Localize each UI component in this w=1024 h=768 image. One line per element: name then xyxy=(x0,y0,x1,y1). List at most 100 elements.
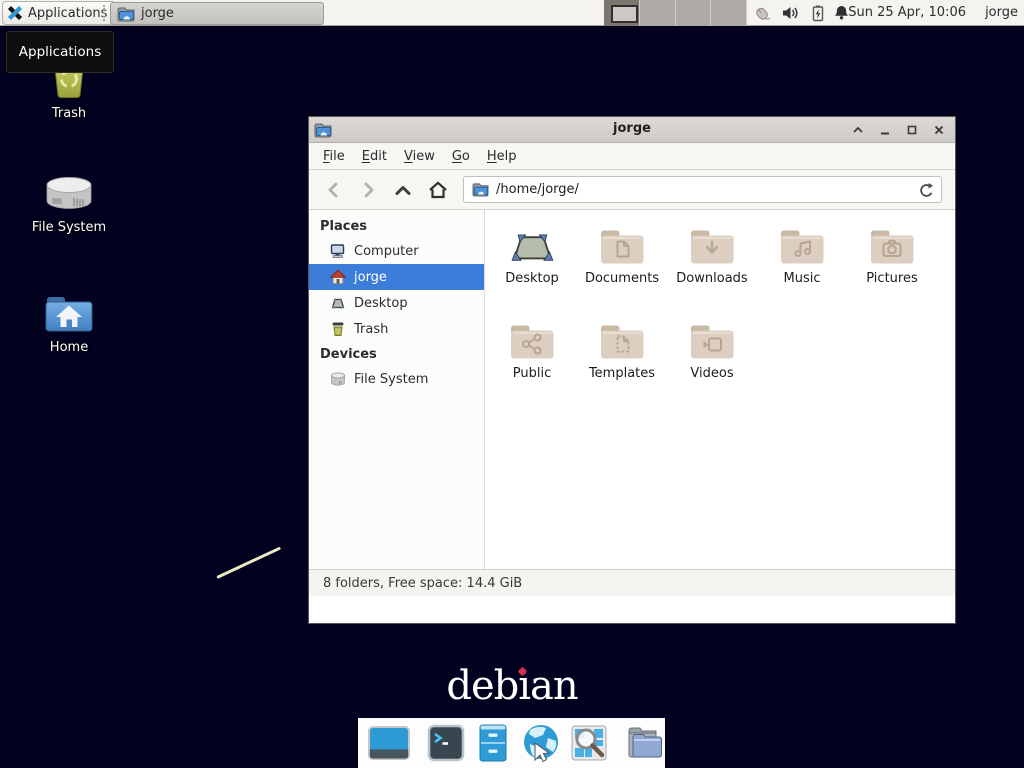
file-item-pictures[interactable]: Pictures xyxy=(847,216,937,311)
sidebar-item-computer[interactable]: Computer xyxy=(309,238,484,264)
minimize-button[interactable] xyxy=(879,124,891,136)
folder-templates-icon xyxy=(598,321,646,361)
desktop-icon xyxy=(330,295,346,311)
workspace-3[interactable] xyxy=(676,0,712,26)
forward-button[interactable] xyxy=(359,180,379,200)
places-header: Places xyxy=(309,214,484,238)
menu-file[interactable]: File xyxy=(323,149,345,164)
file-item-music[interactable]: Music xyxy=(757,216,847,311)
panel-handle[interactable] xyxy=(103,5,109,21)
desktop-icon-file-system[interactable]: File System xyxy=(23,172,115,235)
file-item-desktop[interactable]: Desktop xyxy=(487,216,577,311)
devices-header: Devices xyxy=(309,342,484,366)
folder-public-icon xyxy=(508,321,556,361)
mouse-settings-icon[interactable] xyxy=(752,4,772,22)
menu-go[interactable]: Go xyxy=(452,149,470,164)
applications-tooltip: Applications xyxy=(6,31,114,73)
panel-clock[interactable]: Sun 25 Apr, 10:06 xyxy=(848,5,966,20)
taskbar-window-label: jorge xyxy=(141,6,174,21)
statusbar: 8 folders, Free space: 14.4 GiB xyxy=(309,569,955,596)
file-label: Documents xyxy=(585,271,659,286)
path-bar[interactable]: /home/jorge/ xyxy=(463,176,942,203)
menu-view[interactable]: View xyxy=(404,149,435,164)
battery-icon[interactable] xyxy=(810,4,826,22)
file-item-documents[interactable]: Documents xyxy=(577,216,667,311)
file-label: Public xyxy=(513,366,551,381)
home-button[interactable] xyxy=(427,180,449,200)
desktop-icon-label: Home xyxy=(50,340,88,355)
application-finder-icon[interactable] xyxy=(569,723,609,763)
workspace-4[interactable] xyxy=(711,0,747,26)
panel-username[interactable]: jorge xyxy=(985,5,1018,20)
menu-help[interactable]: Help xyxy=(487,149,517,164)
folder-music-icon xyxy=(778,226,826,266)
sidebar-item-label: Desktop xyxy=(354,296,408,311)
file-label: Music xyxy=(784,271,821,286)
menubar: File Edit View Go Help xyxy=(309,143,955,170)
toolbar: /home/jorge/ xyxy=(309,170,955,210)
xfce-applications-icon xyxy=(7,5,23,21)
file-cabinet-icon[interactable] xyxy=(473,723,513,763)
up-button[interactable] xyxy=(393,180,413,200)
reload-icon[interactable] xyxy=(917,182,933,198)
stray-cursor-line xyxy=(216,547,281,579)
file-manager-window: jorge File Edit View Go Hel xyxy=(308,116,956,624)
file-label: Desktop xyxy=(505,271,559,286)
sidebar: Places Computer jorge xyxy=(309,210,485,596)
file-view: Desktop Documents xyxy=(486,210,955,596)
folder-icon xyxy=(472,182,489,197)
applications-menu-button[interactable]: Applications xyxy=(2,1,116,25)
file-item-downloads[interactable]: Downloads xyxy=(667,216,757,311)
top-panel: Applications jorge xyxy=(0,0,1024,26)
file-item-videos[interactable]: Videos xyxy=(667,311,757,406)
sidebar-item-trash[interactable]: Trash xyxy=(309,316,484,342)
hard-drive-icon xyxy=(330,371,346,387)
sidebar-item-desktop[interactable]: Desktop xyxy=(309,290,484,316)
folder-pictures-icon xyxy=(868,226,916,266)
close-button[interactable] xyxy=(933,124,945,136)
hard-drive-icon xyxy=(44,172,94,214)
sidebar-item-label: Trash xyxy=(354,322,388,337)
folder-documents-icon xyxy=(598,226,646,266)
desktop-icon-home[interactable]: Home xyxy=(23,292,115,355)
folder-videos-icon xyxy=(688,321,736,361)
computer-icon xyxy=(330,243,346,259)
show-desktop-icon[interactable] xyxy=(366,723,412,763)
workspace-switcher xyxy=(604,0,747,26)
sidebar-item-jorge[interactable]: jorge xyxy=(309,264,484,290)
workspace-1[interactable] xyxy=(604,0,640,26)
back-button[interactable] xyxy=(323,180,343,200)
debian-logo: debıan xyxy=(0,663,1024,709)
folder-downloads-icon xyxy=(688,226,736,266)
desktop-icon-label: File System xyxy=(32,220,106,235)
file-item-public[interactable]: Public xyxy=(487,311,577,406)
taskbar-window-button[interactable]: jorge xyxy=(110,2,324,25)
logo-text: deb xyxy=(446,663,518,709)
file-label: Downloads xyxy=(676,271,747,286)
file-label: Templates xyxy=(589,366,655,381)
dock xyxy=(358,718,665,768)
web-browser-globe-icon[interactable] xyxy=(520,722,562,764)
file-label: Pictures xyxy=(866,271,917,286)
workspace-2[interactable] xyxy=(640,0,676,26)
file-item-templates[interactable]: Templates xyxy=(577,311,667,406)
home-folder-icon xyxy=(43,292,95,334)
path-value[interactable]: /home/jorge/ xyxy=(496,182,910,197)
menu-edit[interactable]: Edit xyxy=(362,149,387,164)
sidebar-item-label: jorge xyxy=(354,270,387,285)
sidebar-item-file-system[interactable]: File System xyxy=(309,366,484,392)
statusbar-text: 8 folders, Free space: 14.4 GiB xyxy=(323,576,522,591)
trash-icon xyxy=(330,321,346,337)
shade-button[interactable] xyxy=(852,124,864,136)
window-titlebar[interactable]: jorge xyxy=(309,117,955,143)
directory-menu-folder-icon[interactable] xyxy=(623,723,665,763)
volume-icon[interactable] xyxy=(781,4,799,22)
maximize-button[interactable] xyxy=(906,124,918,136)
sidebar-item-label: File System xyxy=(354,372,428,387)
tooltip-text: Applications xyxy=(19,44,101,60)
applications-menu-label: Applications xyxy=(28,6,107,21)
logo-text: an xyxy=(530,663,578,709)
terminal-icon[interactable] xyxy=(426,723,466,763)
file-label: Videos xyxy=(690,366,733,381)
folder-icon xyxy=(117,6,135,22)
